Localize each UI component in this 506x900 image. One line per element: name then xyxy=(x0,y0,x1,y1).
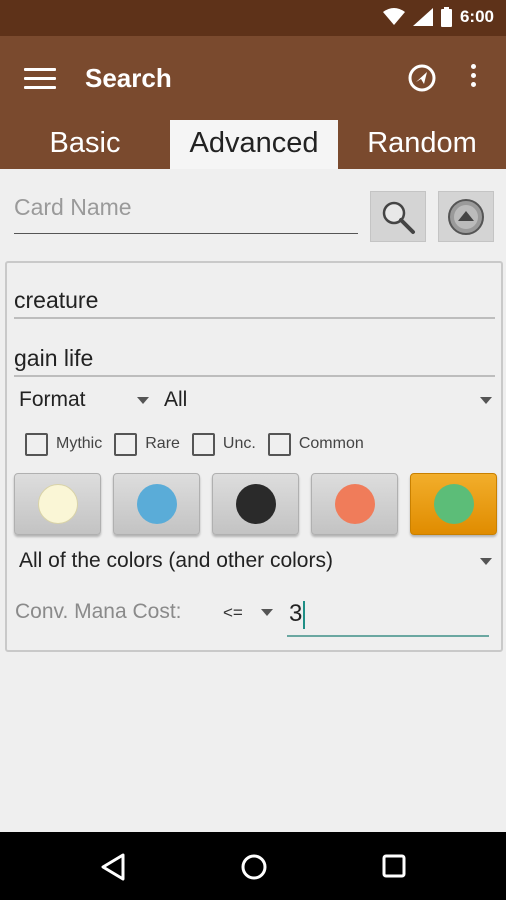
format-value[interactable]: All xyxy=(164,388,187,412)
common-label: Common xyxy=(298,435,364,452)
color-black-button[interactable] xyxy=(212,473,299,535)
tab-bar: Basic Advanced Random xyxy=(0,120,506,169)
color-mode-select[interactable]: All of the colors (and other colors) xyxy=(19,547,492,577)
page-title: Search xyxy=(85,63,172,93)
text-cursor xyxy=(303,600,306,629)
advanced-search-panel: creature gain life Format All Mythic Rar… xyxy=(5,261,503,652)
wifi-icon xyxy=(382,8,405,25)
color-mode-value: All of the colors (and other colors) xyxy=(19,549,333,572)
home-icon[interactable] xyxy=(240,853,268,881)
blue-mana-icon xyxy=(136,484,177,524)
rarity-filters: Mythic Rare Unc. Common xyxy=(25,431,376,457)
app-bar: Search xyxy=(0,36,506,120)
mythic-checkbox[interactable] xyxy=(25,432,48,456)
common-checkbox[interactable] xyxy=(267,432,291,456)
green-mana-icon xyxy=(433,484,474,524)
cmc-operator-dropdown-icon[interactable] xyxy=(261,609,273,616)
status-time: 6:00 xyxy=(459,7,494,26)
collapse-up-icon xyxy=(448,198,484,235)
format-select[interactable]: Format All xyxy=(19,384,492,416)
uncommon-label: Unc. xyxy=(222,435,256,452)
recents-icon[interactable] xyxy=(381,853,407,879)
cmc-filter: Conv. Mana Cost: <= 3 xyxy=(15,593,495,641)
cell-signal-icon xyxy=(412,8,433,26)
cmc-label: Conv. Mana Cost: xyxy=(15,600,182,623)
back-icon[interactable] xyxy=(100,853,126,881)
format-value-dropdown-icon[interactable] xyxy=(480,397,492,404)
cmc-operator-select[interactable]: <= xyxy=(223,603,243,623)
format-label: Format xyxy=(19,388,86,411)
status-bar: 6:00 xyxy=(0,0,506,36)
mythic-label: Mythic xyxy=(56,435,103,452)
color-white-button[interactable] xyxy=(14,473,101,535)
color-green-button[interactable] xyxy=(410,473,497,535)
color-blue-button[interactable] xyxy=(113,473,200,535)
battery-icon xyxy=(440,7,452,27)
color-filter-buttons xyxy=(14,473,499,535)
compass-icon[interactable] xyxy=(407,63,437,93)
search-button[interactable] xyxy=(370,191,426,242)
color-red-button[interactable] xyxy=(311,473,398,535)
more-vertical-icon[interactable] xyxy=(465,64,481,94)
format-dropdown-icon[interactable] xyxy=(137,397,149,404)
card-name-input[interactable] xyxy=(14,190,358,221)
tab-basic[interactable]: Basic xyxy=(0,120,170,169)
hamburger-menu-icon[interactable] xyxy=(24,68,56,90)
system-nav-bar xyxy=(0,832,506,900)
text-field[interactable]: gain life xyxy=(14,331,495,377)
tab-advanced[interactable]: Advanced xyxy=(170,120,338,169)
card-name-field xyxy=(14,190,358,234)
type-line-field[interactable]: creature xyxy=(14,273,495,319)
uncommon-checkbox[interactable] xyxy=(191,432,215,456)
magnifier-icon xyxy=(382,201,415,234)
collapse-button[interactable] xyxy=(438,191,494,242)
white-mana-icon xyxy=(37,484,78,524)
tab-random[interactable]: Random xyxy=(338,120,506,169)
cmc-value: 3 xyxy=(289,600,303,627)
rare-label: Rare xyxy=(145,435,180,452)
rare-checkbox[interactable] xyxy=(114,432,138,456)
black-mana-icon xyxy=(235,484,276,524)
color-mode-dropdown-icon[interactable] xyxy=(480,558,492,565)
cmc-value-input[interactable]: 3 xyxy=(287,593,489,637)
red-mana-icon xyxy=(334,484,375,524)
